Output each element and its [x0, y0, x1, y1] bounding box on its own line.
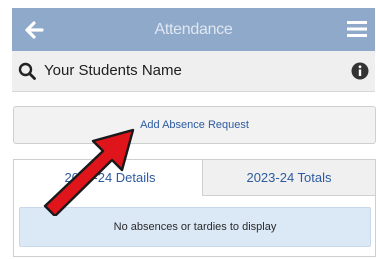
search-icon	[18, 62, 36, 80]
tab-totals[interactable]: 2023-24 Totals	[203, 160, 375, 196]
hamburger-menu-icon[interactable]	[347, 20, 367, 38]
info-icon[interactable]	[350, 61, 370, 81]
app-header: Attendance	[12, 8, 375, 51]
page-title: Attendance	[154, 21, 233, 38]
student-search-bar[interactable]: Your Students Name	[12, 51, 375, 92]
red-pointer-arrow-icon	[43, 128, 135, 216]
student-name[interactable]: Your Students Name	[44, 62, 182, 79]
